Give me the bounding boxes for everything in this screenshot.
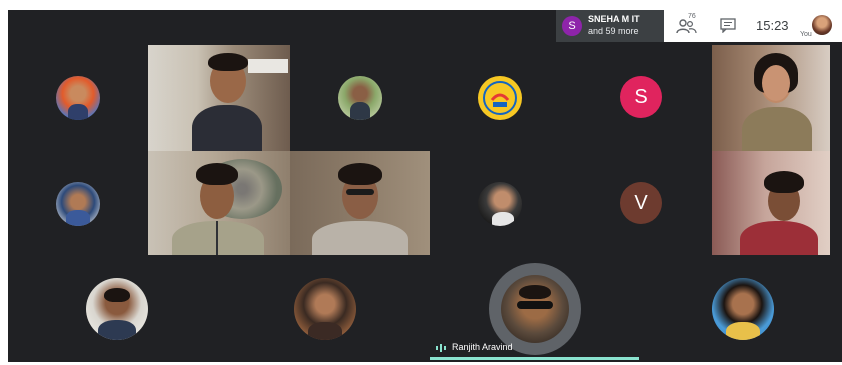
- participant-avatar[interactable]: [478, 76, 522, 120]
- active-speaker-name: Ranjith Aravind: [436, 339, 513, 355]
- self-avatar: [812, 15, 832, 35]
- notification-avatar: S: [562, 16, 582, 36]
- self-label: You: [800, 31, 812, 38]
- speaking-bar: [430, 357, 639, 360]
- initial-s-letter: S: [634, 86, 648, 108]
- participant-video[interactable]: [148, 45, 290, 151]
- notification-name: SNEHA M IT: [588, 14, 640, 24]
- participant-video[interactable]: [148, 151, 290, 255]
- active-speaker-avatar[interactable]: [501, 275, 569, 343]
- participant-avatar[interactable]: [712, 278, 774, 340]
- participant-video[interactable]: [290, 151, 430, 255]
- controls-bar: 76 15:23 You: [664, 10, 842, 42]
- participant-avatar[interactable]: [338, 76, 382, 120]
- participant-avatar[interactable]: [56, 76, 100, 120]
- join-notification[interactable]: S SNEHA M IT and 59 more: [556, 10, 664, 42]
- participant-video[interactable]: [712, 151, 830, 255]
- participant-count: 76: [688, 13, 696, 20]
- participant-avatar[interactable]: [56, 182, 100, 226]
- meeting-grid: S SNEHA M IT and 59 more 76 15:23 You S …: [8, 10, 842, 362]
- participant-initial-s[interactable]: S: [620, 76, 662, 118]
- participant-avatar[interactable]: [294, 278, 356, 340]
- participant-initial-v[interactable]: V: [620, 182, 662, 224]
- self-view[interactable]: You: [800, 14, 842, 40]
- notification-more: and 59 more: [588, 26, 639, 36]
- speaking-indicator-icon: [436, 343, 446, 352]
- participant-avatar[interactable]: [478, 182, 522, 226]
- chat-icon[interactable]: [720, 18, 736, 33]
- clock: 15:23: [756, 18, 789, 33]
- participant-video[interactable]: [712, 45, 830, 151]
- active-speaker-name-text: Ranjith Aravind: [452, 342, 513, 352]
- participant-avatar[interactable]: [86, 278, 148, 340]
- top-bar: S SNEHA M IT and 59 more 76 15:23 You: [556, 10, 842, 42]
- initial-v-letter: V: [634, 192, 648, 214]
